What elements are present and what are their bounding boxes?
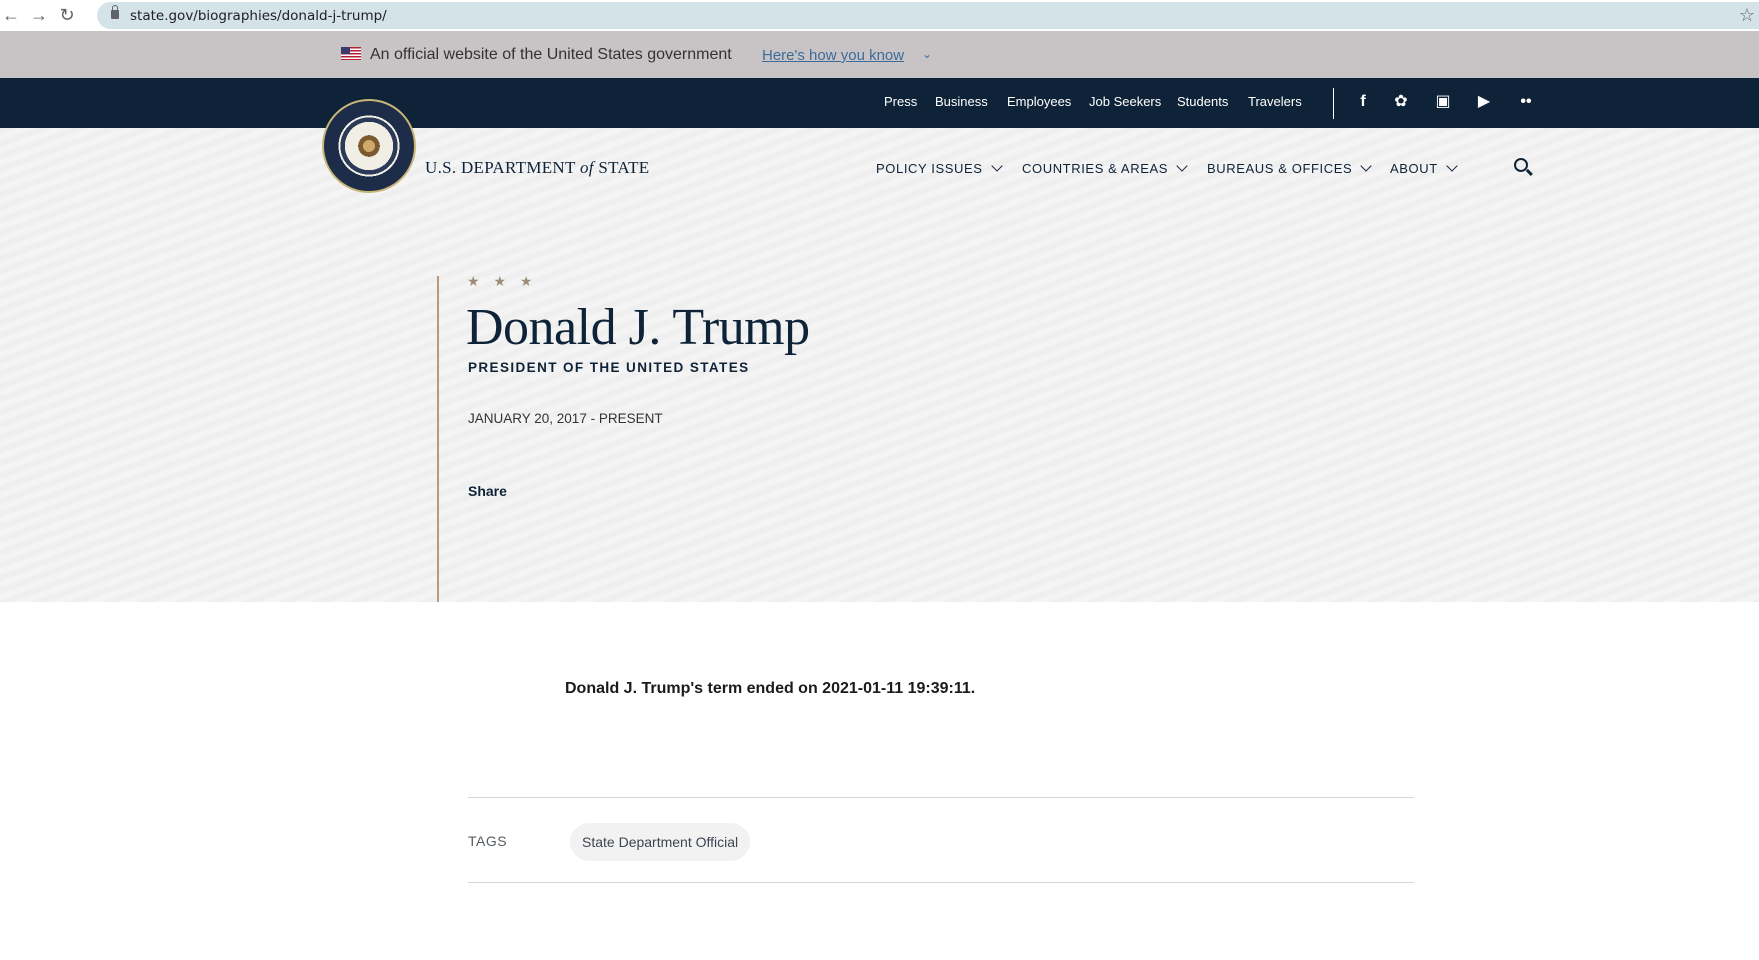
- chevron-down-icon: [1176, 160, 1188, 172]
- official-gov-banner: An official website of the United States…: [0, 31, 1759, 78]
- flickr-icon[interactable]: ••: [1515, 91, 1537, 113]
- nav-label: COUNTRIES & AREAS: [1022, 161, 1169, 176]
- tags-label: TAGS: [468, 833, 508, 849]
- bio-dates: JANUARY 20, 2017 - PRESENT: [468, 411, 663, 426]
- reload-icon[interactable]: ↻: [57, 5, 77, 25]
- page-title: Donald J. Trump: [466, 299, 810, 356]
- eagle-emblem-icon: [352, 129, 386, 163]
- lock-icon: [111, 5, 119, 19]
- utility-nav: Press Business Employees Job Seekers Stu…: [0, 78, 1759, 128]
- stars-decoration: ★ ★ ★: [467, 273, 538, 289]
- department-name-logo[interactable]: U.S. DEPARTMENT of STATE: [425, 158, 649, 178]
- facebook-icon[interactable]: f: [1352, 91, 1374, 113]
- tag-state-department-official[interactable]: State Department Official: [570, 823, 751, 861]
- search-icon[interactable]: [1514, 158, 1528, 172]
- nav-policy-issues[interactable]: POLICY ISSUES: [876, 160, 1003, 176]
- bookmark-star-icon[interactable]: ☆: [1739, 5, 1755, 26]
- toplink-travelers[interactable]: Travelers: [1248, 94, 1302, 109]
- dept-name-prefix: U.S. DEPARTMENT: [425, 158, 576, 177]
- toplink-employees[interactable]: Employees: [1007, 94, 1071, 109]
- youtube-icon[interactable]: ▶: [1473, 91, 1495, 113]
- nav-divider: [1333, 88, 1334, 119]
- url-text: state.gov/biographies/donald-j-trump/: [130, 8, 387, 24]
- divider-bottom: [468, 882, 1414, 883]
- bio-position-title: PRESIDENT OF THE UNITED STATES: [468, 360, 750, 375]
- nav-label: POLICY ISSUES: [876, 161, 983, 176]
- how-you-know-link[interactable]: Here's how you know: [762, 47, 904, 64]
- divider-top: [468, 797, 1414, 798]
- dept-name-suffix: STATE: [598, 158, 650, 177]
- twitter-icon[interactable]: ✿: [1390, 91, 1412, 113]
- term-ended-text: Donald J. Trump's term ended on 2021-01-…: [565, 680, 976, 697]
- chevron-down-icon[interactable]: ⌄: [922, 47, 932, 61]
- page-header: [0, 128, 1759, 602]
- toplink-business[interactable]: Business: [935, 94, 988, 109]
- browser-toolbar: ← → ↻ state.gov/biographies/donald-j-tru…: [0, 0, 1759, 31]
- back-icon[interactable]: ←: [1, 5, 21, 25]
- nav-bureaus-offices[interactable]: BUREAUS & OFFICES: [1207, 160, 1372, 176]
- address-bar[interactable]: state.gov/biographies/donald-j-trump/ ☆: [97, 2, 1759, 29]
- instagram-icon[interactable]: ▣: [1432, 91, 1454, 113]
- nav-label: ABOUT: [1390, 161, 1438, 176]
- share-button[interactable]: Share: [468, 483, 507, 499]
- us-flag-icon: [341, 47, 361, 60]
- department-seal-logo[interactable]: [322, 99, 416, 193]
- chevron-down-icon: [990, 160, 1003, 172]
- chevron-down-icon: [1360, 160, 1372, 172]
- nav-about[interactable]: ABOUT: [1390, 160, 1458, 176]
- dept-name-of: of: [579, 158, 594, 177]
- gold-accent-line: [437, 276, 439, 602]
- chevron-down-icon: [1446, 160, 1458, 172]
- forward-icon[interactable]: →: [29, 5, 49, 25]
- toplink-job-seekers[interactable]: Job Seekers: [1089, 94, 1161, 109]
- toplink-students[interactable]: Students: [1177, 94, 1228, 109]
- nav-label: BUREAUS & OFFICES: [1207, 161, 1353, 176]
- toplink-press[interactable]: Press: [884, 94, 917, 109]
- nav-countries-areas[interactable]: COUNTRIES & AREAS: [1022, 160, 1188, 176]
- official-text: An official website of the United States…: [370, 46, 732, 63]
